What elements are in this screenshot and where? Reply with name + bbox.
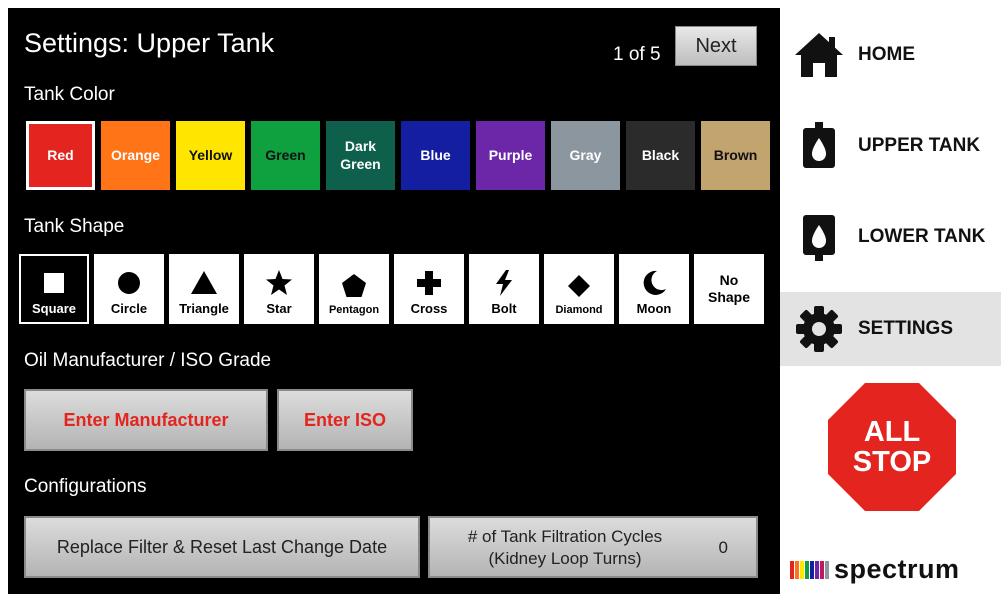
shape-option-label: Square <box>31 301 77 316</box>
shape-option-label: Diamond <box>555 304 603 316</box>
enter-manufacturer-button[interactable]: Enter Manufacturer <box>24 389 268 451</box>
shape-option-no-shape[interactable]: No Shape <box>694 254 764 324</box>
square-icon <box>44 273 64 293</box>
all-stop-label: ALL STOP <box>826 381 958 513</box>
enter-iso-button[interactable]: Enter ISO <box>277 389 413 451</box>
nav-home-label: HOME <box>858 44 915 65</box>
logo-bar <box>825 560 829 579</box>
nav-lower-tank-label: LOWER TANK <box>858 226 986 247</box>
tank-color-options: Red Orange Yellow Green Dark Green Blue Purple… <box>26 121 770 190</box>
star-icon <box>266 270 292 295</box>
upper-tank-icon <box>780 120 858 172</box>
shape-option-diamond[interactable]: Diamond <box>544 254 614 324</box>
shape-option-cross[interactable]: Cross <box>394 254 464 324</box>
settings-panel: Settings: Upper Tank 1 of 5 Next Tank Co… <box>8 8 780 594</box>
color-swatch-black[interactable]: Black <box>626 121 695 190</box>
nav-settings-label: SETTINGS <box>858 318 954 339</box>
color-swatch-purple[interactable]: Purple <box>476 121 545 190</box>
shape-option-label: Cross <box>410 301 448 316</box>
shape-option-label: Moon <box>636 301 672 316</box>
tank-shape-options: Square Circle Triangle Star Pentagon Cross Bol… <box>19 254 764 324</box>
shape-option-label: Triangle <box>179 301 229 316</box>
color-swatch-label: Gray <box>569 146 602 163</box>
nav-settings[interactable]: SETTINGS <box>780 292 1001 366</box>
page-indicator: 1 of 5 <box>613 44 661 65</box>
tank-shape-heading: Tank Shape <box>24 216 125 237</box>
enter-manufacturer-label: Enter Manufacturer <box>63 409 229 430</box>
logo-bar <box>810 560 814 579</box>
shape-option-circle[interactable]: Circle <box>94 254 164 324</box>
shape-option-square[interactable]: Square <box>19 254 89 324</box>
gear-icon <box>780 304 858 354</box>
tank-color-heading: Tank Color <box>24 84 115 105</box>
shape-option-label: No Shape <box>707 271 750 306</box>
color-swatch-label: Brown <box>713 146 758 163</box>
color-swatch-blue[interactable]: Blue <box>401 121 470 190</box>
nav-home[interactable]: HOME <box>780 18 1001 92</box>
color-swatch-gray[interactable]: Gray <box>551 121 620 190</box>
lower-tank-icon <box>780 211 858 263</box>
configurations-heading: Configurations <box>24 476 147 497</box>
shape-option-star[interactable]: Star <box>244 254 314 324</box>
all-stop-button[interactable]: ALL STOP <box>826 381 958 513</box>
shape-option-moon[interactable]: Moon <box>619 254 689 324</box>
spectrum-logo-bars <box>790 560 830 579</box>
shape-option-label: Star <box>266 301 292 316</box>
enter-iso-label: Enter ISO <box>303 409 387 430</box>
pentagon-icon <box>342 274 366 297</box>
next-button[interactable]: Next <box>675 26 757 66</box>
logo-bar <box>790 560 794 579</box>
nav-upper-tank-label: UPPER TANK <box>858 135 981 156</box>
color-swatch-red[interactable]: Red <box>26 121 95 190</box>
shape-option-label: Pentagon <box>328 304 380 316</box>
shape-option-label: Circle <box>110 301 148 316</box>
logo-bar <box>795 560 799 579</box>
filtration-cycles-button[interactable]: # of Tank Filtration Cycles (Kidney Loop… <box>428 516 758 578</box>
color-swatch-label: Blue <box>420 146 451 163</box>
cross-icon <box>417 271 441 295</box>
shape-option-label: Bolt <box>491 301 517 316</box>
color-swatch-yellow[interactable]: Yellow <box>176 121 245 190</box>
diamond-icon <box>568 275 590 297</box>
logo-bar <box>820 560 824 579</box>
nav-lower-tank[interactable]: LOWER TANK <box>780 200 1001 274</box>
shape-option-pentagon[interactable]: Pentagon <box>319 254 389 324</box>
color-swatch-green[interactable]: Green <box>251 121 320 190</box>
page-title: Settings: Upper Tank <box>24 28 275 58</box>
logo-bar <box>805 560 809 579</box>
circle-icon <box>118 272 140 294</box>
color-swatch-label: Red <box>47 146 74 163</box>
spectrum-logo-text: spectrum <box>834 554 960 584</box>
color-swatch-orange[interactable]: Orange <box>101 121 170 190</box>
oil-heading: Oil Manufacturer / ISO Grade <box>24 350 272 371</box>
shape-option-triangle[interactable]: Triangle <box>169 254 239 324</box>
color-swatch-label: Dark Green <box>340 138 381 172</box>
color-swatch-brown[interactable]: Brown <box>701 121 770 190</box>
color-swatch-label: Black <box>641 146 680 163</box>
spectrum-logo: spectrum <box>790 554 960 585</box>
logo-bar <box>800 560 804 579</box>
replace-filter-button[interactable]: Replace Filter & Reset Last Change Date <box>24 516 420 578</box>
color-swatch-dark-green[interactable]: Dark Green <box>326 121 395 190</box>
replace-filter-label: Replace Filter & Reset Last Change Date <box>56 536 388 557</box>
logo-bar <box>815 560 819 579</box>
filtration-cycles-label: # of Tank Filtration Cycles (Kidney Loop… <box>467 527 663 569</box>
all-stop-line1: ALL <box>863 415 921 448</box>
home-icon <box>780 31 858 79</box>
triangle-icon <box>191 271 217 294</box>
color-swatch-label: Purple <box>488 146 533 163</box>
bolt-icon <box>496 270 512 296</box>
color-swatch-label: Yellow <box>188 146 233 163</box>
filtration-cycles-value: 0 <box>718 538 728 557</box>
color-swatch-label: Green <box>265 146 306 163</box>
nav-upper-tank[interactable]: UPPER TANK <box>780 109 1001 183</box>
shape-option-bolt[interactable]: Bolt <box>469 254 539 324</box>
all-stop-line2: STOP <box>852 446 932 478</box>
color-swatch-label: Orange <box>110 146 160 163</box>
sidebar: HOME UPPER TANK LOWER TANK SETTINGS ALL … <box>780 8 1001 600</box>
moon-icon <box>643 270 666 295</box>
